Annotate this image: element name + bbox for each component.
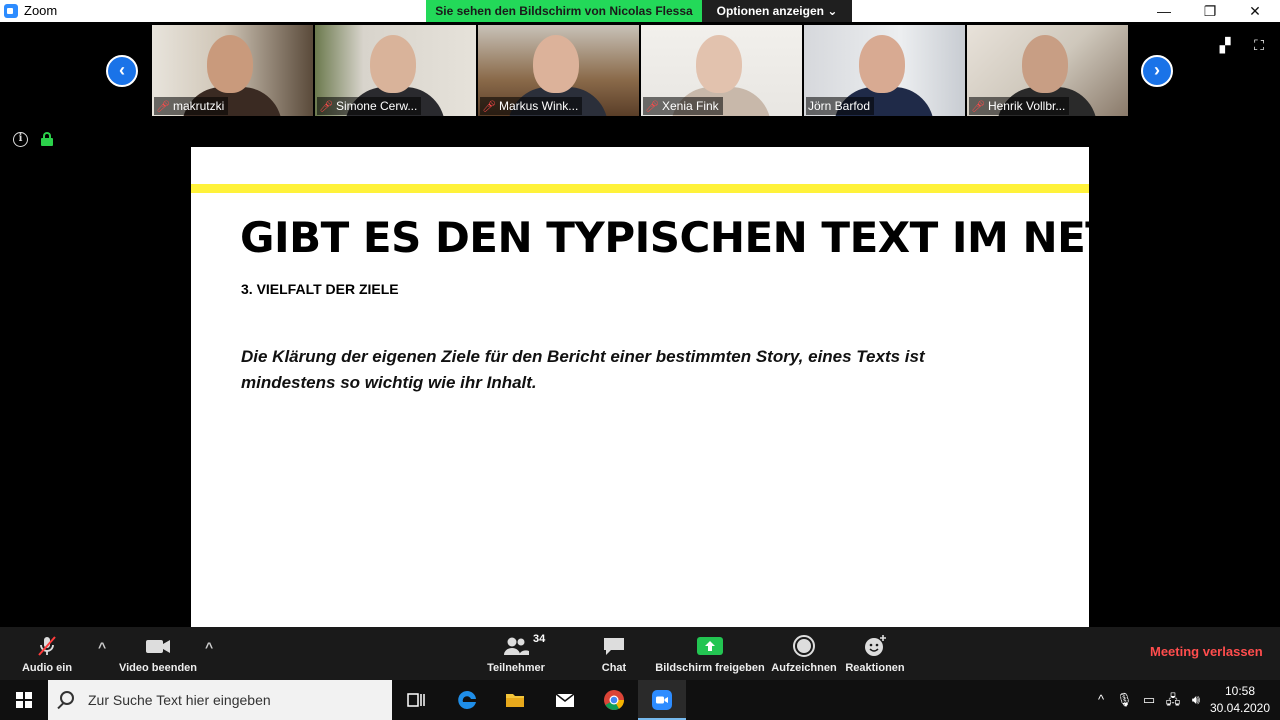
participant-video [207,35,253,93]
battery-icon[interactable]: ▭ [1139,680,1159,720]
zoom-meeting-window: Zoom Sie sehen den Bildschirm von Nicola… [0,0,1280,720]
record-button[interactable]: Aufzeichnen [770,627,838,680]
participant-name: 🎤︎ Markus Wink... [480,97,583,115]
search-icon [60,691,74,705]
mic-muted-icon: 🎤︎ [971,101,985,113]
video-camera-icon [146,640,170,653]
participant-tile[interactable]: 🎤︎ Simone Cerw... [315,25,476,116]
participant-tile[interactable]: 🎤︎ Markus Wink... [478,25,639,116]
minimize-button[interactable]: — [1141,0,1187,22]
participants-icon [504,637,529,655]
video-options-caret[interactable]: ^ [205,639,213,655]
chat-bubble-icon [604,638,624,655]
participant-strip: ‹ 🎤︎ makrutzki 🎤︎ Simone Cerw... 🎤︎ Markus … [0,22,1280,126]
participant-tile[interactable]: Jörn Barfod [804,25,965,116]
mic-muted-icon: 🎤︎ [645,101,659,113]
participant-video [1022,35,1068,93]
fullscreen-icon[interactable]: ⛶ [1250,38,1268,52]
close-button[interactable]: ✕ [1232,0,1278,22]
participant-name: 🎤︎ Simone Cerw... [317,97,422,115]
mic-muted-icon: 🎤︎ [319,101,333,113]
reactions-label: Reaktionen [845,662,905,674]
taskbar-edge[interactable] [443,680,491,720]
audio-button[interactable]: Audio ein [14,627,80,680]
participant-name: Jörn Barfod [806,97,875,115]
view-options-dropdown[interactable]: Optionen anzeigen ⌄ [702,0,852,22]
mic-muted-icon: 🎤︎ [156,101,170,113]
reactions-button[interactable]: Reaktionen [842,627,908,680]
participant-tile[interactable]: 🎤︎ Henrik Vollbr... [967,25,1128,116]
video-label: Video beenden [118,662,198,674]
taskbar-search-box[interactable]: Zur Suche Text hier eingeben [48,680,392,720]
taskbar-chrome[interactable] [590,680,638,720]
chevron-right-icon: › [1154,60,1160,80]
network-icon[interactable]: 🖧︎ [1163,680,1183,720]
screen-share-banner: Sie sehen den Bildschirm von Nicolas Fle… [426,0,702,22]
slide-title: GIBT ES DEN TYPISCHEN TEXT IM NETZ? [240,213,1089,262]
participant-video [696,35,742,93]
zoom-app-icon [652,690,672,710]
view-options-label: Optionen anzeigen [716,4,824,18]
participants-count: 34 [533,633,546,645]
windows-taskbar: Zur Suche Text hier eingeben ^ 🎙︎ ▭ 🖧︎ 🔊… [0,680,1280,720]
slide-subtitle: 3. VIELFALT DER ZIELE [241,281,399,297]
participant-tile[interactable]: 🎤︎ Xenia Fink [641,25,802,116]
taskbar-clock[interactable]: 10:58 30.04.2020 [1208,683,1272,717]
encryption-lock-icon[interactable] [41,132,53,146]
shared-screen-slide: GIBT ES DEN TYPISCHEN TEXT IM NETZ? 3. V… [191,147,1089,627]
title-bar: Zoom Sie sehen den Bildschirm von Nicola… [0,0,1280,22]
chevron-left-icon: ‹ [119,60,125,80]
view-layout-icon[interactable]: ▞ [1216,38,1234,52]
chat-label: Chat [601,662,627,674]
next-page-button[interactable]: › [1141,55,1173,87]
participant-name: 🎤︎ makrutzki [154,97,229,115]
participant-name: 🎤︎ Henrik Vollbr... [969,97,1070,115]
meeting-toolbar: Audio ein ^ Video beenden ^ Teilnehmer 3… [0,627,1280,680]
previous-page-button[interactable]: ‹ [106,55,138,87]
folder-icon [506,694,524,707]
chevron-down-icon: ⌄ [827,4,838,18]
windows-start-button[interactable] [16,692,32,708]
share-screen-button[interactable]: Bildschirm freigeben [654,627,766,680]
leave-meeting-button[interactable]: Meeting verlassen [1150,644,1263,659]
record-icon [793,635,815,657]
audio-label: Audio ein [21,662,73,674]
show-hidden-icons-button[interactable]: ^ [1092,680,1110,720]
taskbar-file-explorer[interactable] [491,680,539,720]
app-title: Zoom [24,3,58,18]
share-screen-label: Bildschirm freigeben [655,662,765,674]
mail-icon [555,693,575,707]
share-screen-icon [697,637,723,655]
edge-browser-icon [458,690,476,709]
meeting-info-icon[interactable]: i [13,132,28,147]
participant-video [370,35,416,93]
zoom-app-icon [4,4,18,18]
slide-accent-bar [191,184,1089,193]
taskbar-zoom[interactable] [638,680,686,720]
clock-time: 10:58 [1224,684,1256,698]
mic-muted-icon: 🎤︎ [482,101,496,113]
task-view-icon [407,693,425,707]
audio-options-caret[interactable]: ^ [98,639,106,655]
taskbar-mail[interactable] [541,680,589,720]
volume-icon[interactable]: 🔊︎ [1186,680,1206,720]
video-button[interactable]: Video beenden [116,627,200,680]
clock-date: 30.04.2020 [1209,701,1271,715]
record-label: Aufzeichnen [771,662,837,674]
tray-microphone-icon[interactable]: 🎙︎ [1116,680,1133,720]
restore-button[interactable]: ❐ [1187,0,1233,22]
participant-tile[interactable]: 🎤︎ makrutzki [152,25,313,116]
participant-video [859,35,905,93]
participant-name: 🎤︎ Xenia Fink [643,97,723,115]
microphone-muted-icon [38,636,56,656]
taskbar-search-placeholder: Zur Suche Text hier eingeben [88,692,271,708]
participant-video [533,35,579,93]
reaction-emoji-icon [865,635,886,656]
chrome-browser-icon [604,690,625,710]
chat-button[interactable]: Chat [590,627,638,680]
slide-body-text: Die Klärung der eigenen Ziele für den Be… [241,347,925,392]
participants-label: Teilnehmer [487,662,545,674]
task-view-button[interactable] [392,680,440,720]
